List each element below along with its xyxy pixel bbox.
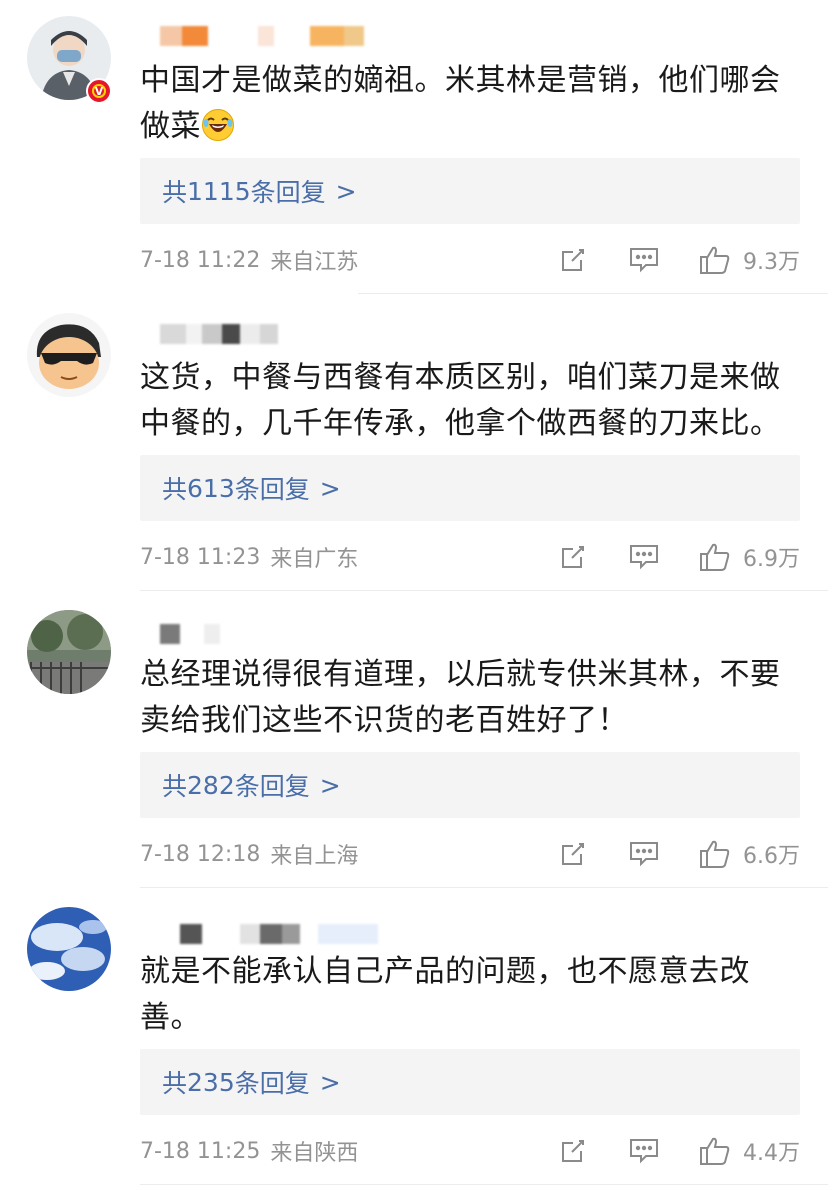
comment-button[interactable] bbox=[629, 543, 659, 571]
view-replies-button[interactable]: 共 235 条回复 > bbox=[140, 1049, 800, 1115]
like-count: 9.3万 bbox=[743, 250, 800, 275]
like-count: 6.9万 bbox=[743, 547, 800, 572]
divider bbox=[358, 293, 828, 294]
comment-icon bbox=[630, 545, 658, 570]
comment-button[interactable] bbox=[629, 1137, 659, 1165]
replies-suffix: 条回复 bbox=[234, 772, 310, 801]
thumbs-up-icon bbox=[700, 840, 730, 868]
share-icon bbox=[562, 546, 584, 568]
timestamp: 7-18 12:18 bbox=[140, 841, 261, 867]
comment-button[interactable] bbox=[629, 246, 659, 274]
username-blurred[interactable] bbox=[160, 624, 220, 644]
avatar[interactable] bbox=[27, 907, 111, 991]
location: 来自上海 bbox=[270, 844, 359, 869]
comment-actions: 6.9万 bbox=[559, 537, 800, 577]
replies-count: 235 bbox=[187, 1067, 235, 1097]
chevron-right-icon: > bbox=[319, 1067, 341, 1097]
thumbs-up-icon bbox=[700, 246, 730, 274]
avatar[interactable] bbox=[27, 313, 111, 397]
comment-text: 总经理说得很有道理，以后就专供米其林，不要卖给我们这些不识货的老百姓好了！ bbox=[140, 657, 781, 738]
replies-prefix: 共 bbox=[162, 772, 188, 801]
comment-actions: 4.4万 bbox=[559, 1131, 800, 1171]
thumbs-up-icon bbox=[700, 543, 730, 571]
chevron-right-icon: > bbox=[319, 770, 341, 800]
replies-count: 282 bbox=[187, 770, 235, 800]
view-replies-button[interactable]: 共 1115 条回复 > bbox=[140, 158, 800, 224]
comment-meta: 7-18 11:23 来自广东 6.9万 bbox=[140, 537, 800, 577]
share-icon bbox=[562, 249, 584, 271]
comment-actions: 6.6万 bbox=[559, 834, 800, 874]
comment-meta: 7-18 11:25 来自陕西 4.4万 bbox=[140, 1131, 800, 1171]
like-button[interactable]: 6.9万 bbox=[699, 541, 800, 573]
chevron-right-icon: > bbox=[335, 176, 357, 206]
laughing-crying-emoji-icon bbox=[202, 109, 234, 141]
share-button[interactable] bbox=[559, 543, 587, 571]
replies-prefix: 共 bbox=[162, 178, 188, 207]
avatar[interactable] bbox=[27, 610, 111, 694]
timestamp: 7-18 11:25 bbox=[140, 1138, 261, 1164]
replies-count: 613 bbox=[187, 473, 235, 503]
location: 来自陕西 bbox=[270, 1141, 359, 1166]
share-button[interactable] bbox=[559, 1137, 587, 1165]
like-count: 4.4万 bbox=[743, 1141, 800, 1166]
view-replies-button[interactable]: 共 613 条回复 > bbox=[140, 455, 800, 521]
username-blurred[interactable] bbox=[180, 924, 378, 944]
divider bbox=[140, 590, 828, 591]
replies-suffix: 条回复 bbox=[250, 178, 326, 207]
view-replies-button[interactable]: 共 282 条回复 > bbox=[140, 752, 800, 818]
thumbs-up-icon bbox=[700, 1137, 730, 1165]
replies-suffix: 条回复 bbox=[234, 1069, 310, 1098]
like-button[interactable]: 6.6万 bbox=[699, 838, 800, 870]
share-icon bbox=[562, 843, 584, 865]
location: 来自江苏 bbox=[270, 250, 359, 275]
comment-icon bbox=[630, 842, 658, 867]
replies-count: 1115 bbox=[187, 176, 251, 206]
timestamp: 7-18 11:23 bbox=[140, 544, 261, 570]
comment-actions: 9.3万 bbox=[559, 240, 800, 280]
share-icon bbox=[562, 1140, 584, 1162]
comment-icon bbox=[630, 248, 658, 273]
chevron-right-icon: > bbox=[319, 473, 341, 503]
username-blurred[interactable] bbox=[160, 26, 364, 46]
share-button[interactable] bbox=[559, 840, 587, 868]
like-button[interactable]: 4.4万 bbox=[699, 1135, 800, 1167]
timestamp: 7-18 11:22 bbox=[140, 247, 261, 273]
divider bbox=[140, 1184, 828, 1185]
comment-button[interactable] bbox=[629, 840, 659, 868]
comment-text: 中国才是做菜的嫡祖。米其林是营销，他们哪会做菜 bbox=[140, 63, 781, 144]
username-blurred[interactable] bbox=[160, 324, 278, 344]
replies-prefix: 共 bbox=[162, 1069, 188, 1098]
comment-text: 就是不能承认自己产品的问题，也不愿意去改善。 bbox=[140, 954, 750, 1035]
comment-meta: 7-18 11:22 来自江苏 9.3万 bbox=[140, 240, 800, 280]
comment-text: 这货，中餐与西餐有本质区别，咱们菜刀是来做中餐的，几千年传承，他拿个做西餐的刀来… bbox=[140, 360, 781, 441]
like-button[interactable]: 9.3万 bbox=[699, 244, 800, 276]
comment-meta: 7-18 12:18 来自上海 6.6万 bbox=[140, 834, 800, 874]
verified-badge-icon: V bbox=[86, 78, 112, 104]
like-count: 6.6万 bbox=[743, 844, 800, 869]
share-button[interactable] bbox=[559, 246, 587, 274]
location: 来自广东 bbox=[270, 547, 359, 572]
comment-icon bbox=[630, 1139, 658, 1164]
replies-prefix: 共 bbox=[162, 475, 188, 504]
divider bbox=[140, 887, 828, 888]
replies-suffix: 条回复 bbox=[234, 475, 310, 504]
